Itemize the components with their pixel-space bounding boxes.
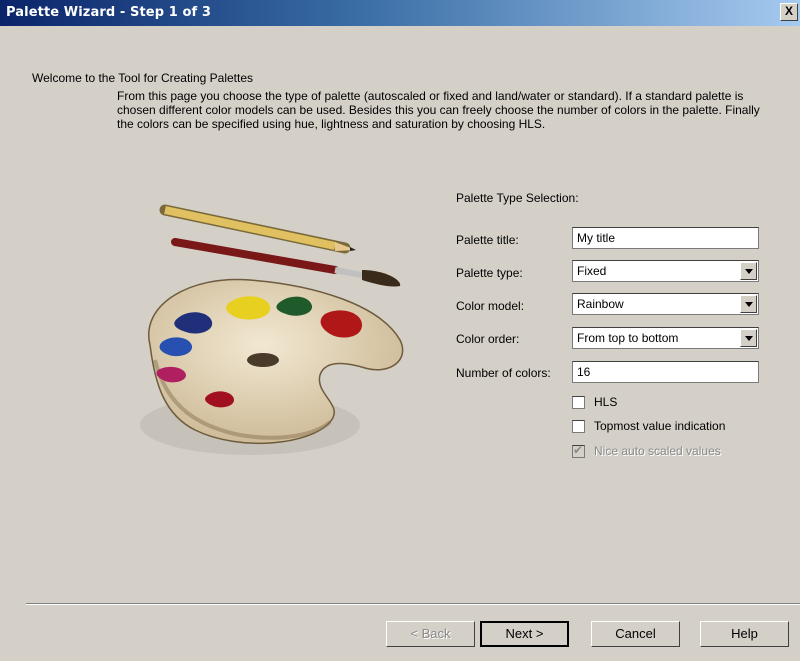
color-order-label: Color order:: [456, 332, 520, 346]
chevron-down-icon[interactable]: [740, 262, 757, 280]
back-button: < Back: [386, 621, 475, 647]
title-bar: Palette Wizard - Step 1 of 3 X: [0, 0, 800, 26]
topmost-checkbox[interactable]: [572, 420, 585, 433]
section-title: Palette Type Selection:: [456, 191, 579, 205]
chevron-down-icon[interactable]: [740, 295, 757, 313]
number-of-colors-label: Number of colors:: [456, 366, 551, 380]
palette-illustration: [140, 204, 404, 455]
color-order-value: From top to bottom: [577, 331, 679, 345]
close-icon[interactable]: X: [780, 3, 798, 21]
palette-type-value: Fixed: [577, 264, 607, 278]
nice-auto-checkbox: ✔: [572, 443, 585, 458]
number-of-colors-input[interactable]: 16: [572, 361, 759, 383]
palette-type-label: Palette type:: [456, 266, 523, 280]
color-model-value: Rainbow: [577, 297, 624, 311]
welcome-heading: Welcome to the Tool for Creating Palette…: [32, 71, 254, 85]
nice-auto-label: Nice auto scaled values: [594, 444, 721, 458]
color-model-label: Color model:: [456, 299, 525, 313]
color-order-select[interactable]: From top to bottom: [572, 327, 759, 349]
cancel-button[interactable]: Cancel: [591, 621, 680, 647]
intro-description: From this page you choose the type of pa…: [117, 89, 760, 131]
palette-title-label: Palette title:: [456, 233, 519, 247]
help-button[interactable]: Help: [700, 621, 789, 647]
color-model-select[interactable]: Rainbow: [572, 293, 759, 315]
separator: [26, 603, 800, 605]
hls-checkbox[interactable]: [572, 396, 585, 409]
next-button[interactable]: Next >: [480, 621, 569, 647]
hls-label[interactable]: HLS: [594, 395, 617, 409]
chevron-down-icon[interactable]: [740, 329, 757, 347]
topmost-label[interactable]: Topmost value indication: [594, 419, 725, 433]
palette-type-select[interactable]: Fixed: [572, 260, 759, 282]
palette-title-input[interactable]: My title: [572, 227, 759, 249]
window-title: Palette Wizard - Step 1 of 3: [6, 5, 212, 20]
checkmark-icon: ✔: [573, 443, 584, 457]
